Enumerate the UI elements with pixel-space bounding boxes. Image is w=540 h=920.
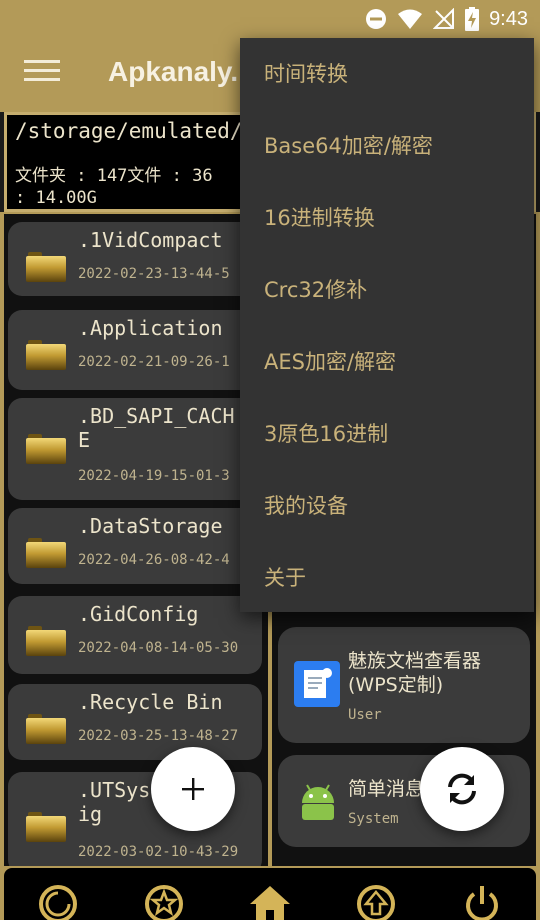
file-list-item[interactable]: .Application 2022-02-21-09-26-1 (8, 310, 262, 390)
folder-icon (26, 812, 66, 842)
sync-icon (448, 773, 476, 805)
app-type: System (348, 811, 399, 827)
menu-item-rgb-hex[interactable]: 3原色16进制 (264, 418, 388, 448)
folder-icon (26, 252, 66, 282)
file-date: 2022-03-25-13-48-27 (78, 728, 239, 744)
menu-item-time-convert[interactable]: 时间转换 (264, 58, 348, 88)
hamburger-menu-icon[interactable] (24, 60, 60, 90)
folder-icon (26, 714, 66, 744)
status-time: 9:43 (489, 7, 528, 30)
menu-item-hex-convert[interactable]: 16进制转换 (264, 202, 375, 232)
status-bar: 9:43 (0, 0, 540, 38)
app-name: 魅族文档查看器 (WPS定制) (348, 650, 482, 696)
no-signal-icon (433, 8, 455, 29)
refresh-circle-icon (39, 885, 77, 920)
star-icon (145, 885, 183, 920)
file-name: .Application (78, 316, 223, 340)
file-name: .BD_SAPI_CACH E (78, 404, 235, 452)
file-date: 2022-02-21-09-26-1 (78, 354, 230, 370)
plus-icon (182, 778, 204, 800)
nav-exit-button[interactable] (460, 880, 504, 920)
file-date: 2022-04-19-15-01-3 (78, 468, 230, 484)
file-list-item[interactable]: .DataStorage 2022-04-26-08-42-4 (8, 508, 262, 584)
folder-icon (26, 538, 66, 568)
file-name: .Recycle Bin (78, 690, 223, 714)
nav-home-button[interactable] (248, 880, 292, 920)
menu-item-my-device[interactable]: 我的设备 (264, 490, 348, 520)
folder-icon (26, 434, 66, 464)
menu-item-about[interactable]: 关于 (264, 562, 306, 592)
file-name: .DataStorage (78, 514, 223, 538)
wps-document-icon (294, 661, 340, 707)
do-not-disturb-icon (366, 9, 387, 29)
file-date: 2022-03-02-10-43-29 (78, 844, 239, 860)
folder-icon (26, 626, 66, 656)
app-type: User (348, 707, 382, 723)
file-date: 2022-02-23-13-44-5 (78, 266, 230, 282)
file-date: 2022-04-08-14-05-30 (78, 640, 239, 656)
file-name: .1VidCompact (78, 228, 223, 252)
up-arrow-icon (357, 885, 395, 920)
overflow-menu: 时间转换 Base64加密/解密 16进制转换 Crc32修补 AES加密/解密… (240, 38, 534, 612)
status-icons: 9:43 (365, 6, 528, 32)
refresh-fab-button[interactable] (420, 747, 504, 831)
battery-charging-icon (465, 7, 480, 31)
home-icon (250, 886, 290, 920)
file-date: 2022-04-26-08-42-4 (78, 552, 230, 568)
file-name: .GidConfig (78, 602, 199, 626)
power-icon (466, 886, 498, 920)
app-name: 简单消息 (348, 778, 425, 800)
bottom-nav-inner (4, 868, 536, 920)
app-title: Apkanaly. (108, 56, 239, 87)
file-list-item[interactable]: .Recycle Bin 2022-03-25-13-48-27 (8, 684, 262, 760)
file-list-item[interactable]: .GidConfig 2022-04-08-14-05-30 (8, 596, 262, 674)
menu-item-aes[interactable]: AES加密/解密 (264, 346, 396, 376)
menu-item-base64[interactable]: Base64加密/解密 (264, 130, 433, 160)
nav-up-button[interactable] (354, 880, 398, 920)
folder-icon (26, 340, 66, 370)
add-fab-button[interactable] (151, 747, 235, 831)
nav-refresh-button[interactable] (36, 880, 80, 920)
bottom-navigation (0, 866, 540, 920)
file-list-item[interactable]: .1VidCompact 2022-02-23-13-44-5 (8, 222, 262, 296)
menu-item-crc32[interactable]: Crc32修补 (264, 274, 367, 304)
android-icon (302, 784, 334, 820)
app-list-item[interactable]: 魅族文档查看器 (WPS定制) User (278, 627, 530, 743)
nav-favorite-button[interactable] (142, 880, 186, 920)
wifi-icon (398, 9, 423, 29)
file-list-item[interactable]: .BD_SAPI_CACH E 2022-04-19-15-01-3 (8, 398, 262, 500)
